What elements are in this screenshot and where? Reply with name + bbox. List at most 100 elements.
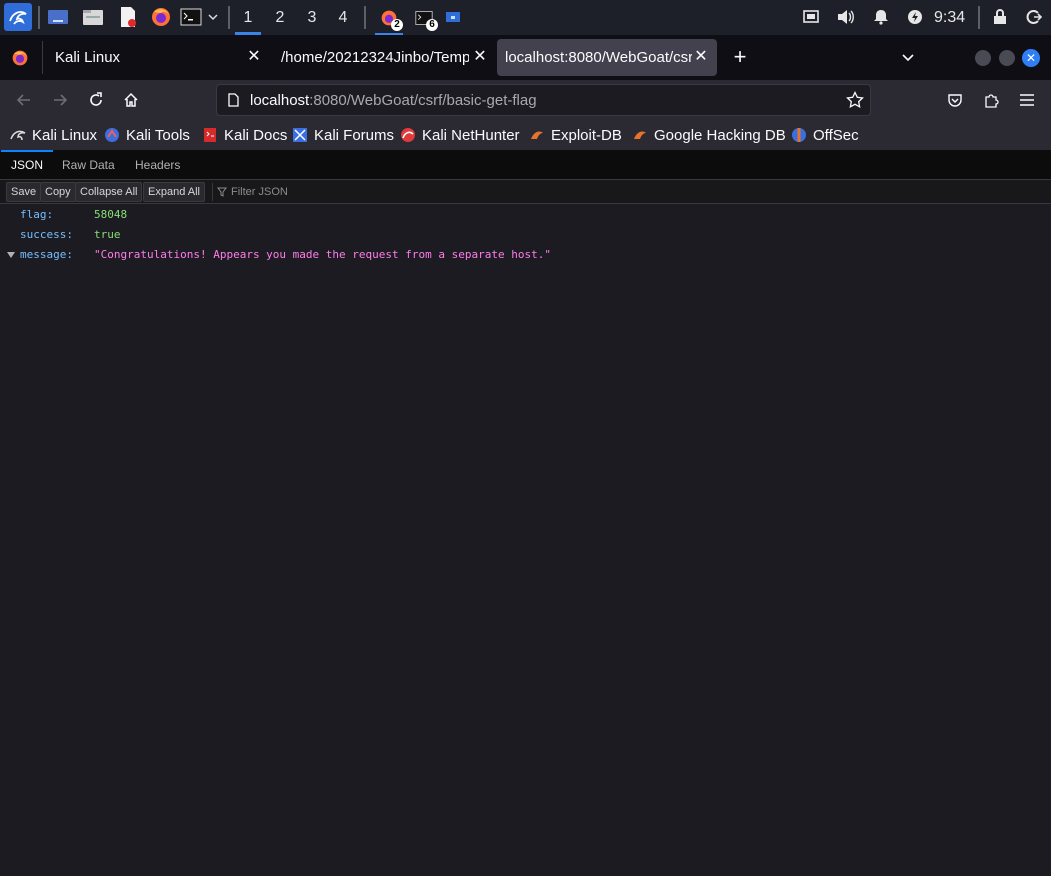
maximize-window-button[interactable]	[999, 50, 1015, 66]
close-icon[interactable]: ✕	[246, 49, 262, 65]
bookmark-kali-linux[interactable]: Kali Linux	[10, 125, 97, 145]
volume-icon[interactable]	[835, 6, 857, 28]
address-bar[interactable]: localhost:8080/WebGoat/csrf/basic-get-fl…	[216, 84, 871, 116]
panel-clock[interactable]: 9:34	[934, 0, 965, 35]
terminal-window-count-badge: 6	[426, 19, 438, 31]
json-row-flag[interactable]: flag: 58048	[0, 205, 1051, 225]
page-info-icon[interactable]	[226, 93, 240, 107]
exploit-db-icon	[529, 127, 545, 143]
file-manager-icon[interactable]	[82, 6, 104, 28]
json-key: success:	[20, 228, 73, 241]
json-row-success[interactable]: success: true	[0, 225, 1051, 245]
filter-json-input[interactable]: Filter JSON	[212, 183, 512, 201]
save-button[interactable]: Save	[6, 182, 42, 202]
tab-kali-linux[interactable]: Kali Linux ✕	[44, 39, 270, 76]
expand-all-button[interactable]: Expand All	[143, 182, 205, 202]
bookmark-offsec[interactable]: OffSec	[791, 125, 859, 145]
bookmark-label: Kali Forums	[314, 126, 395, 144]
back-arrow-icon[interactable]	[12, 88, 36, 112]
bookmark-kali-docs[interactable]: Kali Docs	[202, 125, 287, 145]
kali-dragon-icon	[10, 127, 26, 143]
tab-raw-data[interactable]: Raw Data	[62, 150, 115, 180]
bookmark-label: Kali Linux	[32, 126, 98, 144]
bookmark-star-icon[interactable]	[846, 90, 864, 109]
json-key: message:	[20, 248, 73, 261]
forward-arrow-icon[interactable]	[48, 88, 72, 112]
kali-docs-icon	[202, 127, 218, 143]
close-window-button[interactable]: ✕	[1022, 49, 1040, 67]
tab-headers[interactable]: Headers	[135, 150, 180, 180]
panel-separator	[364, 6, 366, 29]
close-icon[interactable]: ✕	[693, 49, 709, 65]
tab-home-temp[interactable]: /home/20212324Jinbo/Temp ✕	[270, 39, 496, 76]
ghdb-icon	[632, 127, 648, 143]
bookmarks-toolbar: Kali Linux Kali Tools Kali Docs Kali For…	[0, 120, 1051, 150]
bookmark-label: Google Hacking DB	[654, 126, 786, 144]
browser-tab-strip: Kali Linux ✕ /home/20212324Jinbo/Temp ✕ …	[0, 35, 1051, 80]
collapse-all-button[interactable]: Collapse All	[75, 182, 143, 202]
reload-icon[interactable]	[84, 88, 108, 112]
url-path: :8080/WebGoat/csrf/basic-get-flag	[309, 92, 537, 109]
workspace-2[interactable]: 2	[264, 0, 296, 35]
kali-forums-icon	[292, 127, 308, 143]
tab-separator	[42, 41, 43, 74]
list-all-tabs-chevron-icon[interactable]	[900, 49, 918, 67]
firefox-window-button[interactable]: 2	[375, 3, 403, 36]
expand-triangle-icon[interactable]	[7, 252, 15, 258]
terminal-window-button[interactable]: 6	[410, 3, 438, 33]
minimize-window-button[interactable]	[975, 50, 991, 66]
pocket-icon[interactable]	[943, 88, 967, 112]
workspace-switcher-icon[interactable]	[47, 6, 69, 28]
lock-screen-icon[interactable]	[989, 6, 1011, 28]
close-icon[interactable]: ✕	[472, 49, 488, 65]
firefox-window-count-badge: 2	[391, 19, 403, 31]
terminal-launcher-icon[interactable]	[180, 6, 202, 28]
bookmark-label: OffSec	[813, 126, 859, 144]
bookmark-kali-tools[interactable]: Kali Tools	[104, 125, 190, 145]
panel-separator	[978, 6, 980, 29]
bookmark-label: Exploit-DB	[551, 126, 622, 144]
bookmark-label: Kali Tools	[126, 126, 190, 144]
workspace-1[interactable]: 1	[232, 0, 264, 35]
tab-webgoat[interactable]: localhost:8080/WebGoat/csr ✕	[497, 39, 717, 76]
new-tab-plus-icon[interactable]: +	[730, 46, 750, 68]
bookmark-google-hacking-db[interactable]: Google Hacking DB	[632, 125, 786, 145]
home-icon[interactable]	[119, 88, 143, 112]
copy-button[interactable]: Copy	[40, 182, 76, 202]
network-icon[interactable]	[800, 6, 822, 28]
filter-placeholder: Filter JSON	[231, 186, 288, 198]
app-window-button[interactable]	[442, 6, 464, 28]
workspace-3[interactable]: 3	[296, 0, 328, 35]
json-key: flag:	[20, 208, 54, 221]
firefox-view-icon[interactable]	[11, 49, 29, 67]
desktop-panel: 1 2 3 4 2 6 9:34	[0, 0, 1051, 36]
power-manager-icon[interactable]	[904, 6, 926, 28]
kali-menu-icon[interactable]	[4, 3, 32, 31]
url-text[interactable]: localhost:8080/WebGoat/csrf/basic-get-fl…	[250, 92, 537, 109]
notification-bell-icon[interactable]	[870, 6, 892, 28]
workspace-4[interactable]: 4	[327, 0, 359, 35]
bookmark-kali-nethunter[interactable]: Kali NetHunter	[400, 125, 520, 145]
json-viewer-tabs: JSON Raw Data Headers	[0, 150, 1051, 180]
json-viewer-toolbar: Save Copy Collapse All Expand All Filter…	[0, 180, 1051, 204]
filter-funnel-icon	[217, 187, 227, 197]
json-row-message[interactable]: message: "Congratulations! Appears you m…	[0, 245, 1051, 265]
bookmark-kali-forums[interactable]: Kali Forums	[292, 125, 394, 145]
extensions-puzzle-icon[interactable]	[979, 88, 1003, 112]
bookmark-label: Kali NetHunter	[422, 126, 520, 144]
tab-title: Kali Linux	[55, 49, 121, 66]
logout-icon[interactable]	[1023, 6, 1045, 28]
kali-tools-icon	[104, 127, 120, 143]
json-value: 58048	[94, 208, 128, 221]
text-editor-icon[interactable]	[117, 6, 139, 28]
tab-json[interactable]: JSON	[0, 150, 56, 180]
navigation-toolbar: localhost:8080/WebGoat/csrf/basic-get-fl…	[0, 80, 1051, 120]
chevron-down-icon[interactable]	[205, 6, 221, 28]
bookmark-exploit-db[interactable]: Exploit-DB	[529, 125, 622, 145]
json-value: true	[94, 228, 121, 241]
firefox-launcher-icon[interactable]	[150, 6, 172, 28]
panel-separator	[228, 6, 230, 29]
bookmark-label: Kali Docs	[224, 126, 288, 144]
hamburger-menu-icon[interactable]	[1015, 88, 1039, 112]
offsec-icon	[791, 127, 807, 143]
